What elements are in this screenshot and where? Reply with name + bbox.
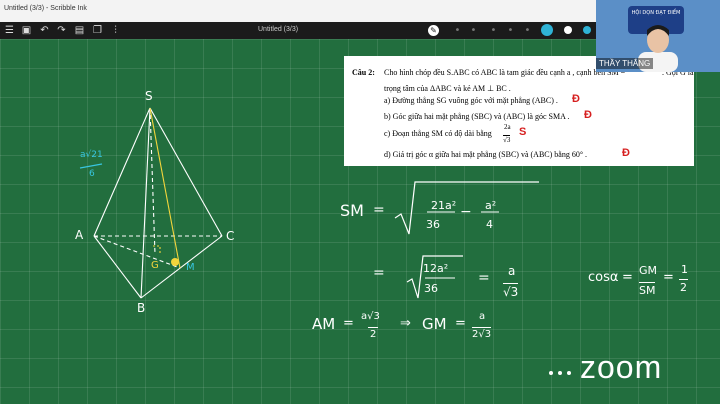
- statement-b: b) Góc giữa hai mặt phẳng (SBC) và (ABC)…: [384, 112, 570, 121]
- edge-length-denominator: 6: [89, 169, 95, 179]
- label-M: M: [186, 262, 195, 273]
- median-AM: [93, 235, 181, 269]
- radicand-numerator: 12a²: [423, 262, 449, 275]
- result-numerator: a: [508, 264, 516, 278]
- statement-c: c) Đoạn thẳng SM có độ dài bằng: [384, 129, 492, 138]
- statement-c-numerator: 2a: [504, 123, 511, 131]
- implies-arrow: ⇒: [400, 316, 411, 331]
- zoom-logo: zoom: [580, 349, 663, 385]
- term1-denominator: 36: [426, 218, 440, 231]
- work-equals-6: =: [343, 316, 354, 331]
- half-denominator: 2: [679, 279, 688, 294]
- work-equals-4: =: [622, 270, 633, 285]
- am-numerator: a√3: [361, 311, 380, 322]
- cos-denominator-sm: SM: [639, 282, 656, 297]
- edge-length-numerator: a√21: [80, 150, 103, 160]
- label-B: B: [137, 301, 146, 315]
- presenter-name: THẦY THẮNG: [596, 58, 654, 69]
- gm-label: GM: [422, 315, 447, 333]
- question-line-1: Cho hình chóp đều S.ABC có ABC là tam gi…: [384, 68, 626, 77]
- cos-label: cosα: [588, 270, 619, 285]
- label-S: S: [145, 89, 153, 103]
- mark-a: Đ: [572, 93, 580, 105]
- gm-denominator: 2√3: [472, 327, 492, 340]
- work-minus: −: [460, 204, 472, 220]
- question-number: Câu 2:: [352, 68, 375, 77]
- term2-numerator: a²: [485, 199, 497, 212]
- am-denominator: 2: [368, 327, 379, 340]
- label-G: G: [151, 260, 159, 271]
- edge-AB: [93, 235, 142, 299]
- term1-numerator: 21a²: [431, 199, 457, 212]
- work-equals-2: =: [373, 265, 385, 281]
- statement-c-denominator: √3: [503, 135, 511, 144]
- label-C: C: [226, 229, 235, 243]
- mark-d: Đ: [622, 147, 630, 159]
- right-angle-mark: [153, 245, 161, 254]
- work-sm-label: SM: [340, 201, 364, 220]
- am-label: AM: [312, 315, 336, 333]
- question-line-2: trọng tâm của ΔABC và kẻ AM ⊥ BC .: [384, 84, 511, 93]
- half-numerator: 1: [681, 263, 688, 276]
- result-denominator: √3: [503, 283, 519, 299]
- term2-denominator: 4: [486, 218, 493, 231]
- mark-c: S: [519, 126, 527, 138]
- label-A: A: [75, 228, 84, 242]
- work-equals-3: =: [478, 270, 490, 286]
- work-equals-7: =: [455, 316, 466, 331]
- gm-numerator: a: [479, 311, 486, 322]
- edge-SC: [149, 107, 223, 237]
- zoom-dots: [548, 362, 576, 381]
- edge-SB: [140, 107, 151, 299]
- edge-SA: [93, 107, 151, 237]
- statement-a: a) Đường thẳng SG vuông góc với mặt phẳn…: [384, 96, 558, 105]
- question-panel: Câu 2: Cho hình chóp đều S.ABC có ABC là…: [344, 56, 694, 166]
- work-equals-5: =: [663, 270, 674, 285]
- webcam-overlay: HỘI DỌN ĐẠT ĐIỂM THẦY THẮNG: [596, 0, 720, 72]
- work-equals-1: =: [373, 202, 385, 218]
- statement-d: d) Giá trị góc α giữa hai mặt phẳng (SBC…: [384, 150, 588, 159]
- cos-numerator-gm: GM: [639, 264, 658, 277]
- angle-mark: [171, 258, 179, 266]
- fraction-bar: [79, 163, 103, 169]
- radicand-denominator: 36: [424, 282, 438, 295]
- mark-b: Đ: [584, 109, 592, 121]
